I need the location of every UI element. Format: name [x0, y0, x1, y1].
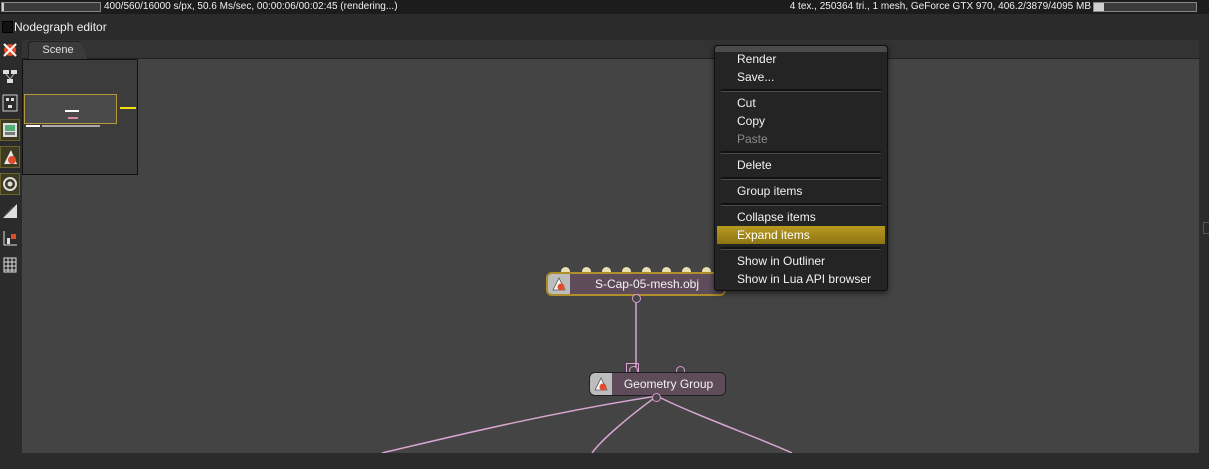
context-menu: Render Save... Cut Copy Paste Delete Gro… — [714, 45, 888, 291]
minimap-node — [26, 125, 40, 127]
menu-item-collapse-items[interactable]: Collapse items — [717, 208, 885, 226]
wire-group-out-1 — [381, 395, 658, 453]
minimap-node — [68, 117, 78, 119]
tab-strip: Scene — [22, 40, 1199, 59]
gpu-memory-fill — [1094, 3, 1105, 11]
panel-toggle-checkbox[interactable] — [2, 21, 13, 33]
minimap-viewport[interactable] — [24, 94, 117, 124]
minimap-node — [65, 110, 79, 112]
menu-item-show-in-lua-api-browser[interactable]: Show in Lua API browser — [717, 270, 885, 288]
menu-item-copy[interactable]: Copy — [717, 112, 885, 130]
render-progress-fill — [2, 3, 5, 11]
minimap-marker — [120, 107, 136, 109]
gpu-status-text: 4 tex., 250364 tri., 1 mesh, GeForce GTX… — [789, 1, 1091, 12]
render-progress-bar — [1, 2, 101, 12]
node-arrange-icon[interactable] — [1, 93, 19, 113]
panel-title: Nodegraph editor — [14, 20, 107, 34]
wire-group-out-2 — [591, 395, 658, 453]
grid-table-icon[interactable] — [1, 255, 19, 275]
wire-group-out-3 — [656, 395, 793, 453]
menu-item-cut[interactable]: Cut — [717, 94, 885, 112]
scene-image-icon[interactable] — [0, 119, 20, 141]
menu-item-render[interactable]: Render — [717, 50, 885, 68]
node-label: Geometry Group — [612, 373, 725, 395]
menu-item-delete[interactable]: Delete — [717, 156, 885, 174]
menu-separator — [721, 177, 881, 180]
menu-item-show-in-outliner[interactable]: Show in Outliner — [717, 252, 885, 270]
menu-item-save[interactable]: Save... — [717, 68, 885, 86]
mesh-object-icon — [548, 274, 570, 294]
graph-add-icon[interactable] — [1, 228, 19, 248]
nodegraph-toolbar — [0, 40, 20, 460]
menu-item-expand-items[interactable]: Expand items — [717, 226, 885, 244]
render-target-icon[interactable] — [1, 40, 19, 60]
geometry-group-icon — [590, 373, 612, 395]
node-layout-icon[interactable] — [1, 67, 19, 87]
minimap[interactable] — [22, 59, 138, 175]
menu-separator — [721, 203, 881, 206]
material-edit-icon[interactable] — [1, 201, 19, 221]
node-label: S-Cap-05-mesh.obj — [570, 274, 724, 294]
menu-separator — [721, 247, 881, 250]
render-status-text: 400/560/16000 s/px, 50.6 Ms/sec, 00:00:0… — [104, 1, 398, 12]
menu-item-group-items[interactable]: Group items — [717, 182, 885, 200]
panel-resize-handle[interactable] — [1203, 222, 1209, 234]
tab-scene[interactable]: Scene — [28, 41, 88, 59]
status-bar: 400/560/16000 s/px, 50.6 Ms/sec, 00:00:0… — [0, 0, 1209, 14]
gpu-memory-bar — [1093, 2, 1197, 12]
menu-item-paste[interactable]: Paste — [717, 130, 885, 148]
panel-header: Nodegraph editor — [0, 18, 1199, 36]
node-mesh-object[interactable]: S-Cap-05-mesh.obj — [546, 272, 726, 296]
node-output-pin[interactable] — [632, 294, 641, 303]
camera-eye-icon[interactable] — [0, 173, 20, 195]
mesh-object-icon[interactable] — [0, 146, 20, 168]
menu-separator — [721, 151, 881, 154]
menu-separator — [721, 89, 881, 92]
minimap-node — [42, 125, 100, 127]
node-output-pin[interactable] — [652, 393, 661, 402]
